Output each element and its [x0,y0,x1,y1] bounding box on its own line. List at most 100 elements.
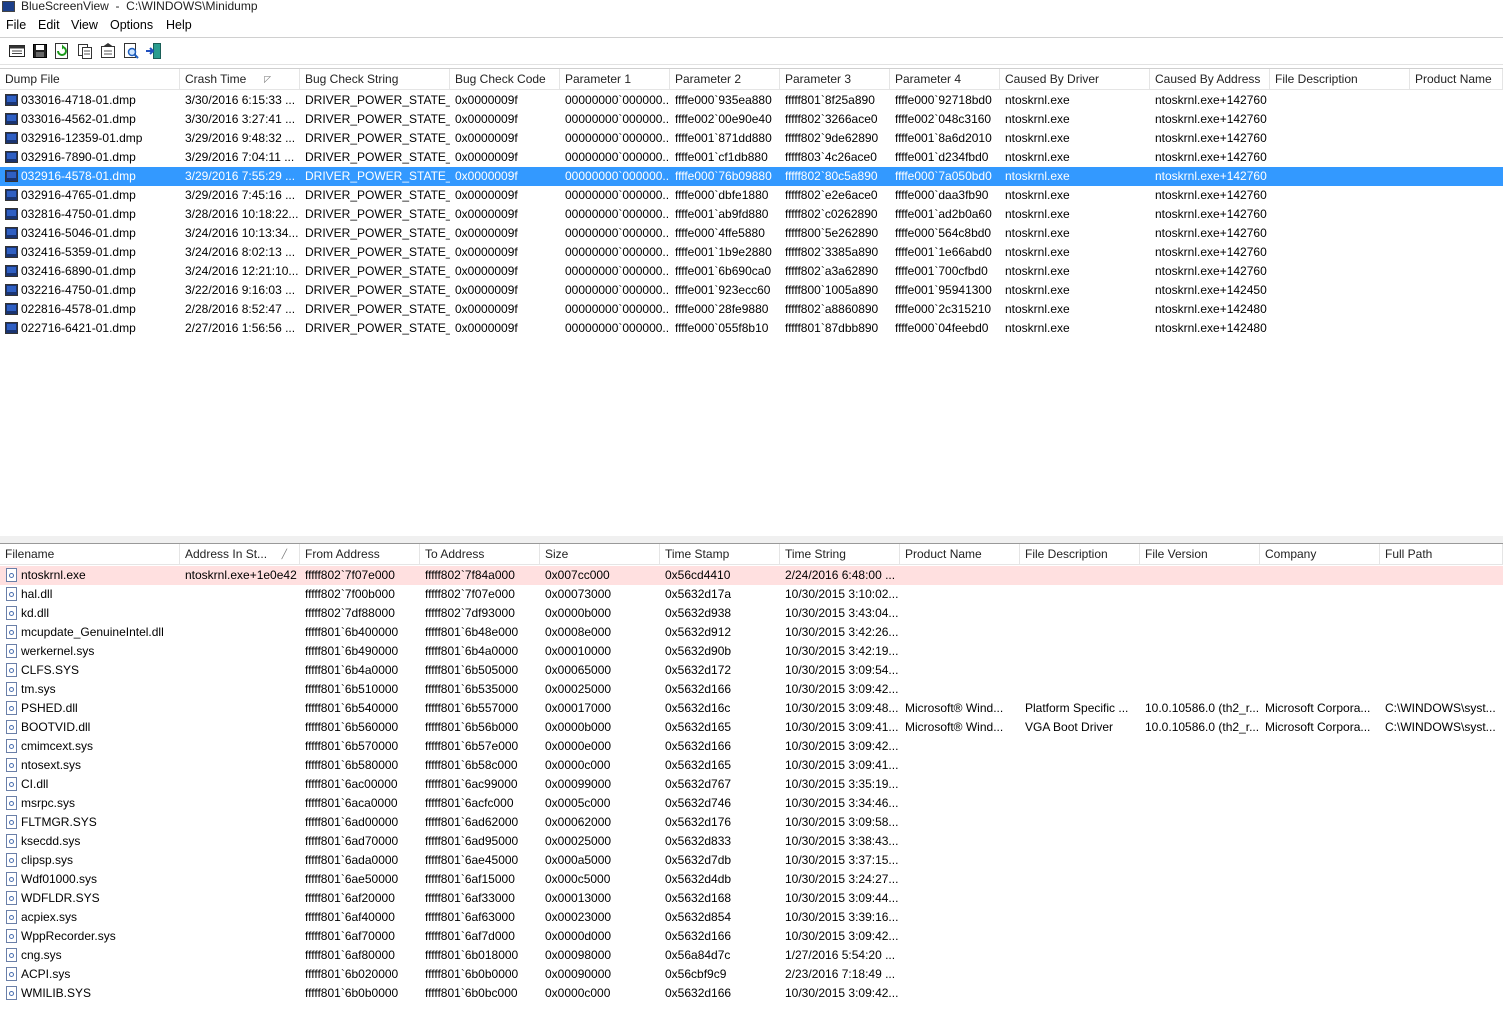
col-full-path[interactable]: Full Path [1380,544,1503,564]
driver-row[interactable]: WMILIB.SYS fffff801`6b0b0000 fffff801`6b0b… [0,984,1503,1003]
cell-crash-time: 3/28/2016 10:18:22... [185,207,299,221]
col-to-address[interactable]: To Address [420,544,540,564]
col-time-stamp[interactable]: Time Stamp [660,544,780,564]
driver-row[interactable]: WDFLDR.SYS fffff801`6af20000 fffff801`6af3… [0,889,1503,908]
col-product-name-drv[interactable]: Product Name [900,544,1020,564]
crash-row[interactable]: 032416-5046-01.dmp 3/24/2016 10:13:34... D… [0,224,1503,243]
driver-row[interactable]: CI.dll fffff801`6ac00000 fffff801`6ac99000… [0,775,1503,794]
col-bug-check-code[interactable]: Bug Check Code [450,69,560,89]
cell-file-description [1020,566,1140,585]
col-filename[interactable]: Filename [0,544,180,564]
col-from-address[interactable]: From Address [300,544,420,564]
col-dump-file[interactable]: Dump File [0,69,180,89]
driver-row[interactable]: Wdf01000.sys fffff801`6ae50000 fffff801`6a… [0,870,1503,889]
cell-full-path [1380,870,1503,889]
cell-filename: WppRecorder.sys [21,929,116,943]
cell-product-name [900,566,1020,585]
crash-row[interactable]: 022816-4578-01.dmp 2/28/2016 8:52:47 ... D… [0,300,1503,319]
dump-file-icon [5,208,18,220]
col-product-name[interactable]: Product Name [1410,69,1503,89]
cell-caused-by-address: ntoskrnl.exe+142760 [1155,207,1267,221]
driver-row[interactable]: kd.dll fffff802`7df88000 fffff802`7df93000… [0,604,1503,623]
crash-row[interactable]: 032416-6890-01.dmp 3/24/2016 12:21:10... D… [0,262,1503,281]
driver-row[interactable]: ntoskrnl.exe ntoskrnl.exe+1e0e42 fffff802`… [0,566,1503,585]
col-parameter-2[interactable]: Parameter 2 [670,69,780,89]
cell-caused-by-driver: ntoskrnl.exe [1005,112,1070,126]
crash-row[interactable]: 032916-7890-01.dmp 3/29/2016 7:04:11 ... D… [0,148,1503,167]
cell-time-string: 10/30/2015 3:37:15... [785,853,899,867]
cell-caused-by-driver: ntoskrnl.exe [1005,283,1070,297]
dump-file-icon [5,303,18,315]
cell-product-name [1410,148,1503,167]
col-file-description-drv[interactable]: File Description [1020,544,1140,564]
driver-row[interactable]: BOOTVID.dll fffff801`6b560000 fffff801`6b5… [0,718,1503,737]
crash-row[interactable]: 032216-4750-01.dmp 3/22/2016 9:16:03 ... D… [0,281,1503,300]
cell-address-in-stack [180,737,300,756]
exit-icon[interactable] [145,42,163,60]
col-bug-check-string[interactable]: Bug Check String [300,69,450,89]
driver-row[interactable]: ksecdd.sys fffff801`6ad70000 fffff801`6ad9… [0,832,1503,851]
refresh-icon[interactable] [53,42,71,60]
driver-row[interactable]: msrpc.sys fffff801`6aca0000 fffff801`6acfc… [0,794,1503,813]
driver-row[interactable]: FLTMGR.SYS fffff801`6ad00000 fffff801`6ad6… [0,813,1503,832]
col-time-string[interactable]: Time String [780,544,900,564]
properties-icon[interactable] [8,42,26,60]
cell-from-address: fffff801`6b400000 [305,625,399,639]
driver-row[interactable]: ACPI.sys fffff801`6b020000 fffff801`6b0b00… [0,965,1503,984]
crash-row[interactable]: 022716-6421-01.dmp 2/27/2016 1:56:56 ... D… [0,319,1503,338]
driver-row[interactable]: ntosext.sys fffff801`6b580000 fffff801`6b5… [0,756,1503,775]
driver-row[interactable]: acpiex.sys fffff801`6af40000 fffff801`6af6… [0,908,1503,927]
menu-help[interactable]: Help [165,18,193,32]
driver-row[interactable]: CLFS.SYS fffff801`6b4a0000 fffff801`6b5050… [0,661,1503,680]
col-parameter-1[interactable]: Parameter 1 [560,69,670,89]
driver-row[interactable]: WppRecorder.sys fffff801`6af70000 fffff801… [0,927,1503,946]
driver-row[interactable]: cmimcext.sys fffff801`6b570000 fffff801`6b… [0,737,1503,756]
cell-parameter-4: ffffe001`95941300 [895,283,992,297]
driver-row[interactable]: clipsp.sys fffff801`6ada0000 fffff801`6ae4… [0,851,1503,870]
driver-row[interactable]: mcupdate_GenuineIntel.dll fffff801`6b4000… [0,623,1503,642]
cell-time-string: 10/30/2015 3:24:27... [785,872,899,886]
cell-file-version [1140,756,1260,775]
col-parameter-4[interactable]: Parameter 4 [890,69,1000,89]
html-report-icon[interactable] [99,42,117,60]
col-file-version[interactable]: File Version [1140,544,1260,564]
find-icon[interactable] [122,42,140,60]
col-file-description[interactable]: File Description [1270,69,1410,89]
crash-row[interactable]: 032916-4578-01.dmp 3/29/2016 7:55:29 ... D… [0,167,1503,186]
save-icon[interactable] [31,42,49,60]
cell-parameter-2: ffffe000`935ea880 [675,93,772,107]
menu-file[interactable]: File [5,18,27,32]
menu-edit[interactable]: Edit [37,18,61,32]
crash-row[interactable]: 032916-4765-01.dmp 3/29/2016 7:45:16 ... D… [0,186,1503,205]
col-caused-by-driver[interactable]: Caused By Driver [1000,69,1150,89]
driver-row[interactable]: tm.sys fffff801`6b510000 fffff801`6b535000… [0,680,1503,699]
cell-company [1260,623,1380,642]
cell-address-in-stack [180,604,300,623]
crash-row[interactable]: 033016-4562-01.dmp 3/30/2016 3:27:41 ... D… [0,110,1503,129]
cell-time-stamp: 0x5632d938 [665,606,732,620]
pane-splitter[interactable] [0,536,1503,543]
col-caused-by-address[interactable]: Caused By Address [1150,69,1270,89]
menu-view[interactable]: View [70,18,99,32]
col-size[interactable]: Size [540,544,660,564]
col-company[interactable]: Company [1260,544,1380,564]
menu-options[interactable]: Options [109,18,154,32]
cell-filename: WDFLDR.SYS [21,891,100,905]
cell-product-name [900,851,1020,870]
driver-row[interactable]: PSHED.dll fffff801`6b540000 fffff801`6b557… [0,699,1503,718]
col-address-in-stack[interactable]: Address In St... ╱ [180,544,300,564]
driver-row[interactable]: werkernel.sys fffff801`6b490000 fffff801`6… [0,642,1503,661]
crash-row[interactable]: 033016-4718-01.dmp 3/30/2016 6:15:33 ... D… [0,91,1503,110]
crash-row[interactable]: 032416-5359-01.dmp 3/24/2016 8:02:13 ... D… [0,243,1503,262]
driver-row[interactable]: hal.dll fffff802`7f00b000 fffff802`7f07e00… [0,585,1503,604]
col-parameter-3[interactable]: Parameter 3 [780,69,890,89]
cell-time-stamp: 0x5632d166 [665,739,732,753]
crash-row[interactable]: 032916-12359-01.dmp 3/29/2016 9:48:32 ...… [0,129,1503,148]
driver-row[interactable]: cng.sys fffff801`6af80000 fffff801`6b01800… [0,946,1503,965]
col-crash-time[interactable]: Crash Time ◸ [180,69,300,89]
cell-filename: FLTMGR.SYS [21,815,97,829]
crash-row[interactable]: 032816-4750-01.dmp 3/28/2016 10:18:22... D… [0,205,1503,224]
cell-address-in-stack [180,718,300,737]
cell-caused-by-address: ntoskrnl.exe+142760 [1155,169,1267,183]
copy-icon[interactable] [76,42,94,60]
